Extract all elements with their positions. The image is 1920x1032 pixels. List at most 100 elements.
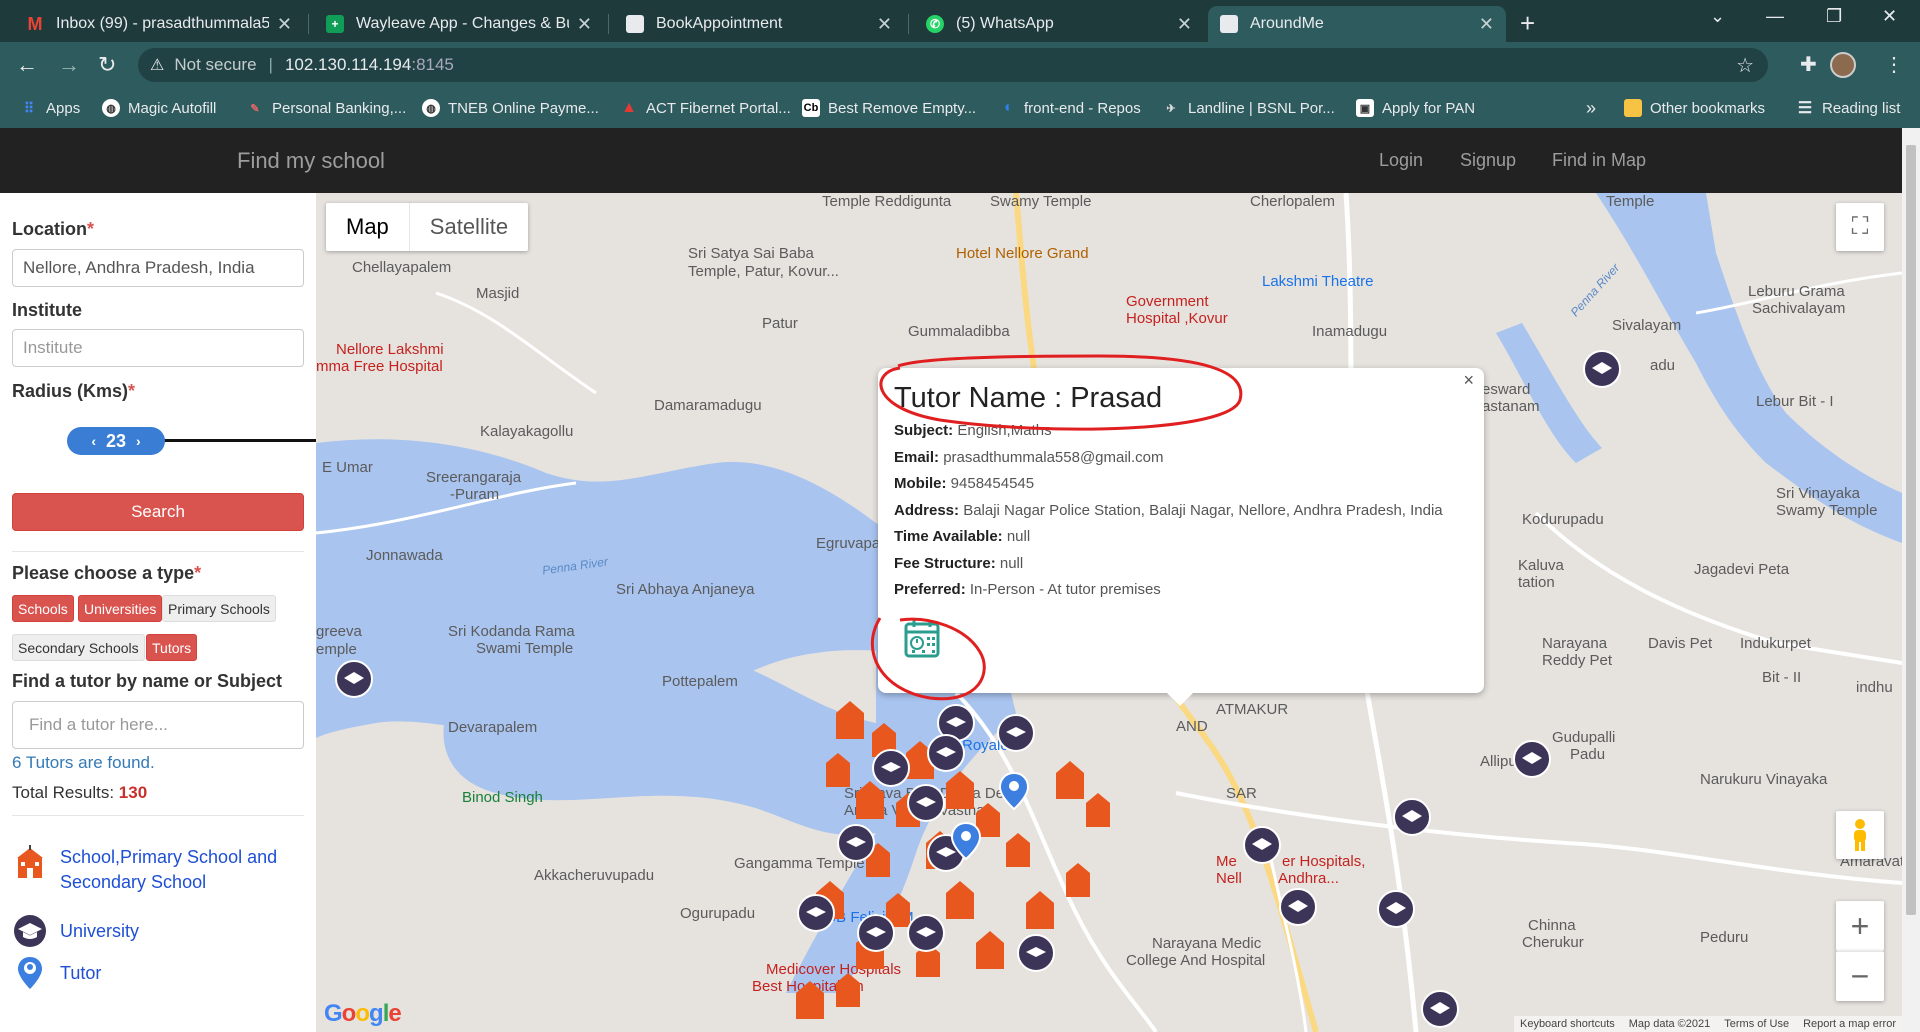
type-chip-secondary-schools[interactable]: Secondary Schools [12, 634, 145, 661]
terms-link[interactable]: Terms of Use [1724, 1018, 1789, 1030]
url-host: 102.130.114.194 [284, 55, 412, 74]
map-view-button[interactable]: Map [326, 203, 410, 251]
back-button[interactable]: ← [16, 52, 38, 78]
close-window-button[interactable]: ✕ [1882, 6, 1897, 27]
total-results: Total Results: 130 [12, 783, 148, 802]
university-marker[interactable] [1278, 887, 1318, 927]
tutors-found-link[interactable]: 6 Tutors are found. [12, 753, 155, 773]
map-label: Kalayakagollu [480, 423, 574, 440]
type-chip-primary-schools[interactable]: Primary Schools [162, 595, 276, 622]
brand-link[interactable]: Find my school [237, 148, 385, 174]
map-label: Sri Vinayaka [1776, 485, 1860, 502]
close-info-window-button[interactable]: × [1463, 370, 1474, 391]
university-marker[interactable] [1242, 825, 1282, 865]
radius-slider-handle[interactable]: ‹ 23 › [67, 427, 165, 455]
reading-list-icon: ☰ [1797, 100, 1813, 117]
map-label: Temple [1606, 193, 1655, 210]
tab-title: Wayleave App - Changes & Bug [356, 15, 569, 32]
university-marker[interactable] [1392, 797, 1432, 837]
bookmark-bsnl[interactable]: ✈ Landline | BSNL Por... [1162, 88, 1335, 128]
extensions-icon[interactable]: ✚ [1800, 52, 1817, 77]
book-appointment-calendar-icon[interactable] [902, 618, 942, 660]
tab-aroundme[interactable]: AroundMe ✕ [1208, 6, 1506, 42]
university-marker[interactable] [1582, 349, 1622, 389]
close-icon[interactable]: ✕ [1177, 14, 1192, 35]
university-marker[interactable] [1376, 889, 1416, 929]
page-icon [1220, 15, 1238, 33]
bookmark-best-remove[interactable]: Cb Best Remove Empty... [802, 88, 976, 128]
signup-link[interactable]: Signup [1460, 150, 1516, 171]
university-marker[interactable] [1512, 739, 1552, 779]
map-label: Lakshmi Theatre [1262, 273, 1374, 290]
university-marker[interactable] [1420, 989, 1460, 1029]
bookmark-pan[interactable]: ▣ Apply for PAN [1356, 88, 1475, 128]
close-icon[interactable]: ✕ [577, 14, 592, 35]
type-chip-universities[interactable]: Universities [78, 595, 163, 622]
close-icon[interactable]: ✕ [877, 14, 892, 35]
reading-list[interactable]: ☰ Reading list [1796, 88, 1901, 128]
restore-button[interactable]: ❐ [1826, 6, 1842, 27]
satellite-view-button[interactable]: Satellite [410, 203, 528, 251]
reload-button[interactable]: ↻ [98, 52, 116, 78]
other-bookmarks[interactable]: Other bookmarks [1624, 88, 1765, 128]
bookmark-front-end[interactable]: ◖ front-end - Repos [998, 88, 1141, 128]
bookmark-star-icon[interactable]: ☆ [1736, 53, 1754, 78]
minimize-button[interactable]: — [1766, 6, 1784, 27]
login-link[interactable]: Login [1379, 150, 1423, 171]
tab-gmail[interactable]: M Inbox (99) - prasadthummala558 ✕ [14, 6, 304, 42]
map-label: Sivalayam [1612, 317, 1682, 334]
bookmark-personal-banking[interactable]: ✎ Personal Banking,... [246, 88, 406, 128]
map-label: Chinna [1528, 917, 1576, 934]
map-label: Sri Abhaya Anjaneya [616, 581, 755, 598]
type-chip-tutors[interactable]: Tutors [146, 634, 198, 661]
tab-wayleave[interactable]: + Wayleave App - Changes & Bug ✕ [314, 6, 604, 42]
school-marker-cluster[interactable] [796, 693, 1216, 1023]
bookmark-label: ACT Fibernet Portal... [646, 99, 791, 117]
tutor-preferred-row: Preferred: In-Person - At tutor premises [894, 581, 1161, 598]
map-label: Lebur Bit - I [1756, 393, 1834, 410]
fullscreen-icon[interactable]: ⛶ [1836, 203, 1884, 251]
zoom-in-button[interactable]: + [1836, 901, 1884, 951]
search-button[interactable]: Search [12, 493, 304, 531]
page-icon [626, 15, 644, 33]
tab-search-icon[interactable]: ⌄ [1710, 6, 1725, 27]
bookmark-label: front-end - Repos [1024, 99, 1141, 117]
url-port: :8145 [411, 55, 454, 74]
bookmark-tneb[interactable]: ◍ TNEB Online Payme... [422, 88, 599, 128]
university-marker[interactable] [334, 659, 374, 699]
close-icon[interactable]: ✕ [1479, 14, 1494, 35]
map-label: Hotel Nellore Grand [956, 245, 1089, 262]
tutor-name-title: Tutor Name : Prasad [894, 382, 1163, 414]
bookmark-apps[interactable]: ⠿ Apps [20, 88, 80, 128]
report-error-link[interactable]: Report a map error [1803, 1018, 1896, 1030]
tab-bookappointment[interactable]: BookAppointment ✕ [614, 6, 904, 42]
location-input[interactable]: Nellore, Andhra Pradesh, India [12, 249, 304, 287]
scrollbar-thumb[interactable] [1906, 145, 1916, 915]
find-in-map-link[interactable]: Find in Map [1552, 150, 1646, 171]
tutor-search-input[interactable]: Find a tutor here... [12, 701, 304, 749]
pegman-icon[interactable] [1836, 811, 1884, 859]
map-label: Inamadugu [1312, 323, 1388, 340]
bookmark-label: Landline | BSNL Por... [1188, 99, 1335, 117]
bookmark-magic-autofill[interactable]: ◍ Magic Autofill [102, 88, 216, 128]
forward-button[interactable]: → [58, 52, 80, 78]
zoom-out-button[interactable]: − [1836, 951, 1884, 1001]
institute-input[interactable]: Institute [12, 329, 304, 367]
close-icon[interactable]: ✕ [277, 14, 292, 35]
address-bar[interactable]: ⚠ Not secure | 102.130.114.194:8145 ☆ [138, 48, 1768, 82]
map-label: Andhra... [1278, 870, 1339, 887]
tab-whatsapp[interactable]: ✆ (5) WhatsApp ✕ [914, 6, 1204, 42]
bookmarks-overflow-button[interactable]: » [1586, 88, 1596, 128]
type-chip-schools[interactable]: Schools [12, 595, 74, 622]
tutor-fee-row: Fee Structure: null [894, 555, 1024, 572]
radius-slider-track[interactable] [150, 439, 316, 442]
menu-icon[interactable]: ⋮ [1884, 52, 1904, 77]
radius-value: 23 [105, 430, 127, 451]
avatar[interactable] [1830, 52, 1856, 78]
new-tab-button[interactable]: + [1520, 8, 1535, 39]
tutor-pin-icon [18, 957, 42, 989]
bookmark-act[interactable]: ▲ ACT Fibernet Portal... [620, 88, 791, 128]
map-label: Cherukur [1522, 934, 1584, 951]
keyboard-shortcuts-link[interactable]: Keyboard shortcuts [1520, 1018, 1615, 1030]
map-label: Masjid [476, 285, 520, 302]
